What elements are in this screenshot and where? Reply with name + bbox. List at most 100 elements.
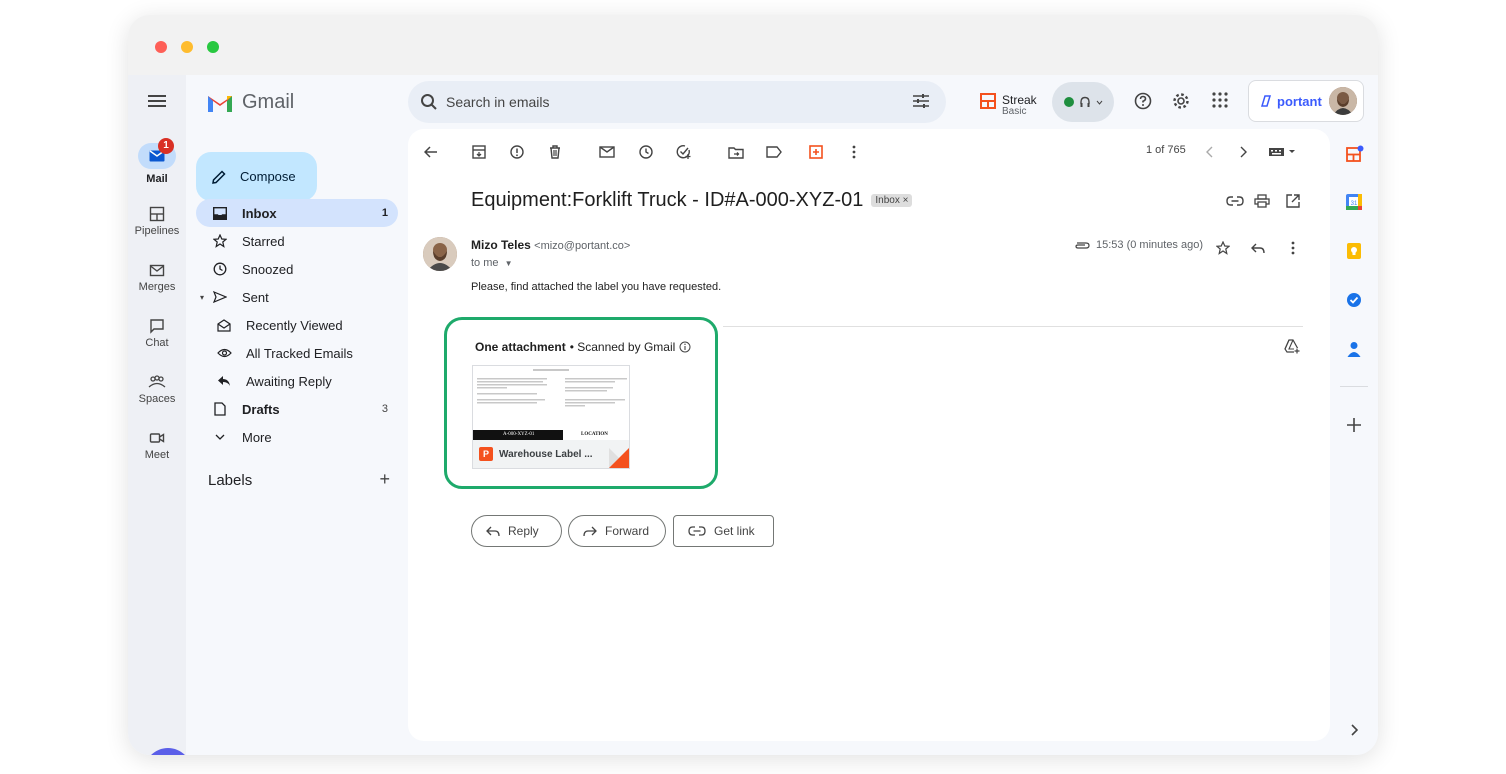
assistant-fab-button[interactable] <box>144 748 192 755</box>
settings-gear-icon[interactable] <box>1172 92 1190 115</box>
clock-icon <box>212 261 228 277</box>
pencil-icon <box>212 169 226 184</box>
move-to-folder-icon[interactable] <box>727 143 745 161</box>
get-link-button[interactable]: Get link <box>673 515 774 547</box>
forward-label: Forward <box>605 524 650 538</box>
reply-arrow-icon <box>486 526 500 536</box>
nav-awaiting-reply[interactable]: Awaiting Reply <box>196 367 398 395</box>
close-window-dot[interactable] <box>155 41 167 53</box>
rail-item-spaces[interactable]: Spaces <box>128 374 186 405</box>
nav-more[interactable]: More <box>196 423 398 451</box>
rail-item-mail[interactable]: 1 Mail <box>128 138 186 185</box>
add-addon-icon[interactable] <box>1346 417 1362 433</box>
streak-panel-icon[interactable] <box>1346 145 1364 162</box>
labels-heading: Labels + <box>208 470 390 489</box>
rail-item-pipelines[interactable]: Pipelines <box>128 206 186 237</box>
expand-caret-icon[interactable]: ▾ <box>200 293 204 302</box>
attachment-filename: Warehouse Label ... <box>499 448 593 460</box>
archive-icon[interactable] <box>470 143 488 161</box>
apps-grid-icon[interactable] <box>1212 92 1228 113</box>
eye-icon <box>216 345 232 361</box>
snooze-clock-icon[interactable] <box>637 143 655 161</box>
inbox-label-chip[interactable]: Inbox × <box>871 194 913 207</box>
rail-item-meet[interactable]: Meet <box>128 430 186 461</box>
add-task-icon[interactable] <box>675 143 693 161</box>
reply-icon[interactable] <box>1249 239 1267 257</box>
email-body: Please, find attached the label you have… <box>471 281 722 293</box>
document-preview: A-000-XYZ-01 LOCATION <box>473 366 629 442</box>
add-label-button[interactable]: + <box>379 470 390 489</box>
nav-all-tracked-emails[interactable]: All Tracked Emails <box>196 339 398 367</box>
portant-logo-icon <box>1260 95 1272 107</box>
account-avatar[interactable] <box>1329 87 1357 115</box>
older-chevron-icon[interactable] <box>1234 143 1252 161</box>
reply-arrow-icon <box>216 373 232 389</box>
email-time: 15:53 (0 minutes ago) <box>1074 239 1203 251</box>
tasks-icon[interactable] <box>1346 292 1362 308</box>
portant-account-button[interactable]: portant <box>1248 80 1364 122</box>
gmail-wordmark: Gmail <box>242 91 295 113</box>
rail-item-chat[interactable]: Chat <box>128 318 186 349</box>
star-message-icon[interactable] <box>1214 239 1232 257</box>
help-icon[interactable] <box>1134 92 1152 115</box>
gmail-logo[interactable]: Gmail <box>206 91 294 114</box>
rail-label-chat: Chat <box>145 337 169 349</box>
back-arrow-icon[interactable] <box>422 143 440 161</box>
rail-item-merges[interactable]: Merges <box>128 262 186 293</box>
keep-icon[interactable] <box>1346 243 1362 259</box>
subject-text: Equipment:Forklift Truck - ID#A-000-XYZ-… <box>471 189 864 211</box>
get-link-label: Get link <box>714 524 755 538</box>
rail-divider <box>1340 386 1368 387</box>
nav-count: 3 <box>381 403 388 415</box>
input-tools-icon[interactable] <box>1268 143 1298 161</box>
nav-recently-viewed[interactable]: Recently Viewed <box>196 311 398 339</box>
nav-starred[interactable]: Starred <box>196 227 398 255</box>
add-to-drive-icon[interactable] <box>1284 339 1300 359</box>
menu-icon[interactable] <box>148 94 166 113</box>
nav-count: 1 <box>381 207 388 219</box>
newer-chevron-icon[interactable] <box>1201 143 1219 161</box>
nav-label: Snoozed <box>242 261 294 277</box>
attachment-file-row: P Warehouse Label ... <box>473 440 629 468</box>
streak-button[interactable]: Streak Basic <box>980 93 1037 117</box>
more-vertical-icon[interactable] <box>845 143 863 161</box>
mark-unread-icon[interactable] <box>598 143 616 161</box>
open-new-window-icon[interactable] <box>1284 192 1302 210</box>
status-toggle[interactable] <box>1052 82 1114 122</box>
expand-panel-chevron-icon[interactable] <box>1350 723 1366 739</box>
minimize-window-dot[interactable] <box>181 41 193 53</box>
compose-button[interactable]: Compose <box>196 152 317 201</box>
delete-icon[interactable] <box>546 143 564 161</box>
forward-button[interactable]: Forward <box>568 515 666 547</box>
nav-snoozed[interactable]: Snoozed <box>196 255 398 283</box>
reply-button[interactable]: Reply <box>471 515 562 547</box>
calendar-icon[interactable]: 31 <box>1346 194 1362 210</box>
label-tag-icon[interactable] <box>765 143 783 161</box>
nav-label: Sent <box>242 289 269 305</box>
search-bar[interactable]: Search in emails <box>408 81 946 123</box>
nav-drafts[interactable]: Drafts 3 <box>196 395 398 423</box>
search-options-icon[interactable] <box>912 93 930 112</box>
contacts-icon[interactable] <box>1346 341 1362 357</box>
page-fold-accent <box>609 448 629 468</box>
sender-avatar[interactable] <box>423 237 457 271</box>
nav-inbox[interactable]: Inbox 1 <box>196 199 398 227</box>
nav-label: More <box>242 429 272 445</box>
sender-name[interactable]: Mizo Teles <box>471 238 531 252</box>
attachment-thumbnail[interactable]: A-000-XYZ-01 LOCATION P Warehouse Label … <box>472 365 630 469</box>
message-more-icon[interactable] <box>1284 239 1302 257</box>
document-preview-graphic <box>473 369 627 442</box>
nav-sent[interactable]: ▾ Sent <box>196 283 398 311</box>
report-spam-icon[interactable] <box>508 143 526 161</box>
streak-text: Streak Basic <box>1002 93 1037 117</box>
star-icon <box>212 233 228 249</box>
print-icon[interactable] <box>1253 192 1271 210</box>
recipients-toggle[interactable]: to me ▼ <box>471 257 513 269</box>
sender-email: <mizo@portant.co> <box>534 240 631 252</box>
maximize-window-dot[interactable] <box>207 41 219 53</box>
window-titlebar <box>128 15 1378 75</box>
left-rail: 1 Mail Pipelines Merges Chat Spaces Meet <box>128 75 192 755</box>
streak-box-icon[interactable] <box>807 143 825 161</box>
inbox-icon <box>212 205 228 221</box>
link-icon[interactable] <box>1226 192 1244 210</box>
